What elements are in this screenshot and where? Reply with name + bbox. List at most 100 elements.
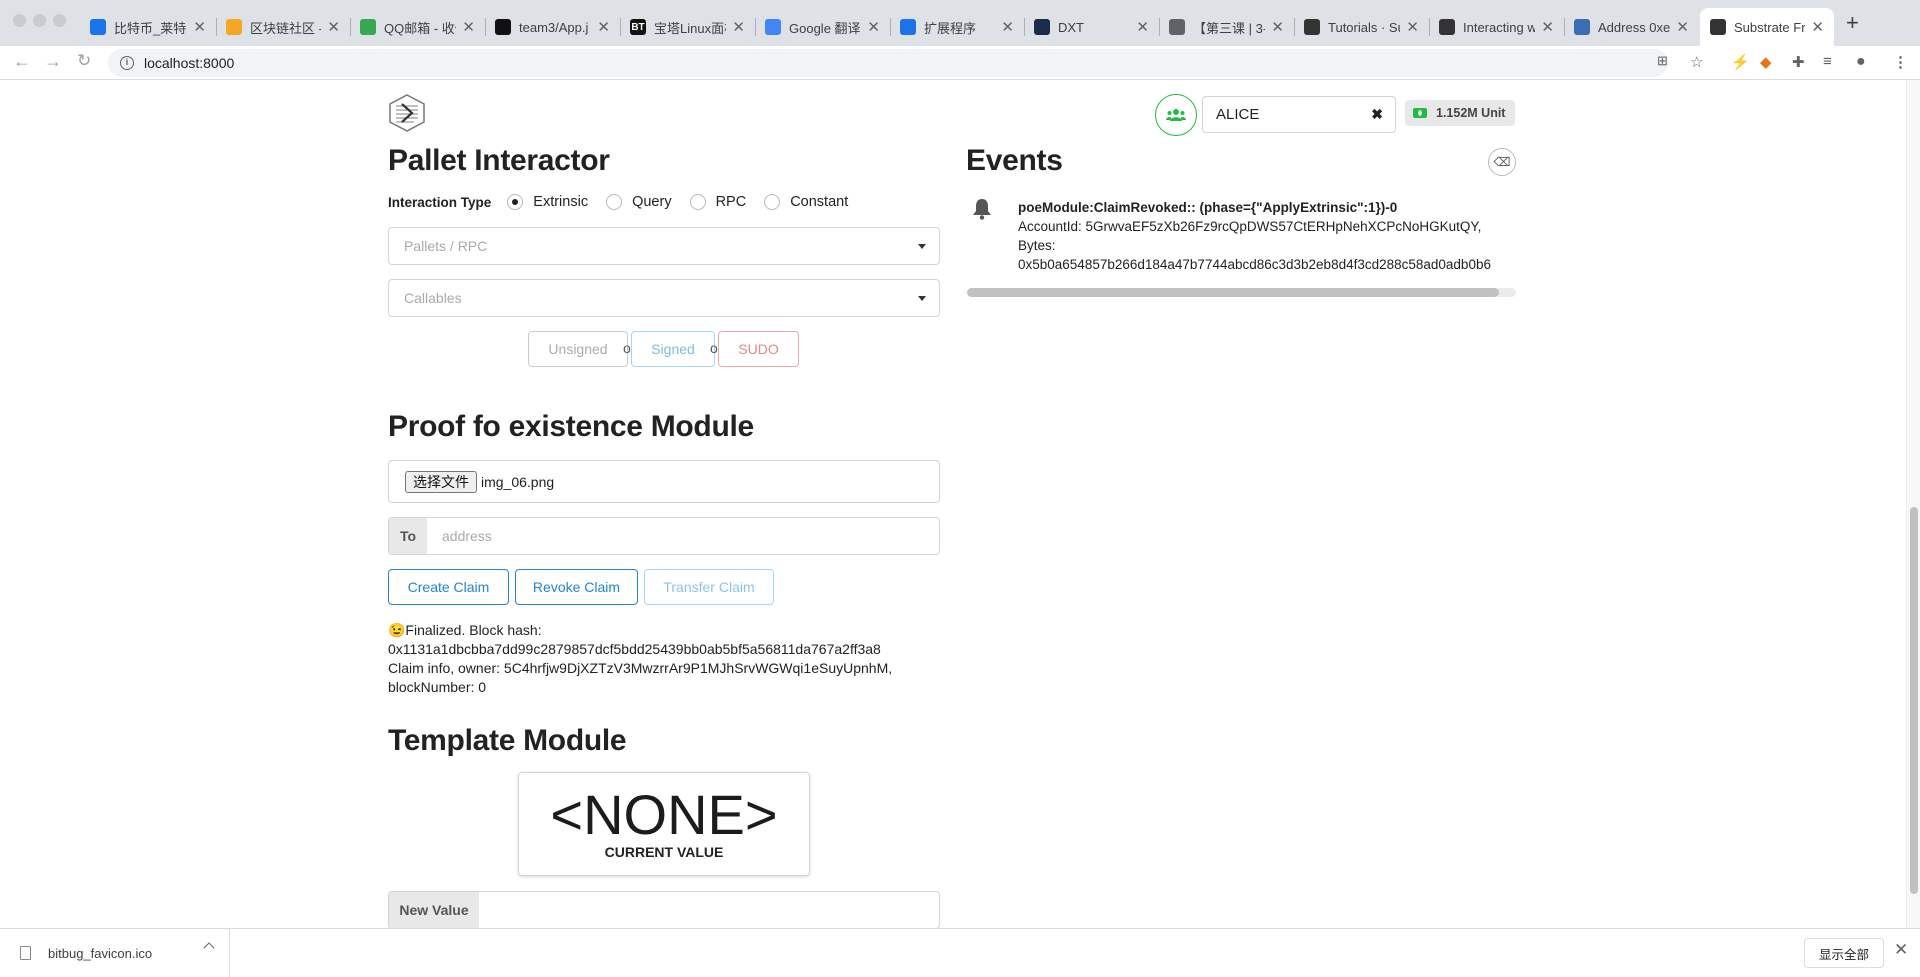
revoke-claim-button[interactable]: Revoke Claim <box>515 569 638 605</box>
events-horizontal-scrollbar[interactable] <box>967 288 1516 297</box>
create-claim-button[interactable]: Create Claim <box>388 569 509 605</box>
tab-favicon-icon <box>1574 19 1590 35</box>
tab-close-icon[interactable]: ✕ <box>867 18 880 36</box>
metamask-fox-icon[interactable]: ◆ <box>1760 53 1772 71</box>
sudo-button[interactable]: SUDO <box>718 331 799 367</box>
balance-value: 1.152M Unit <box>1436 106 1506 120</box>
browser-tab[interactable]: 区块链社区 - ✕ <box>216 8 350 46</box>
tab-favicon-icon <box>1034 19 1050 35</box>
browser-tab[interactable]: 扩展程序 ✕ <box>890 8 1024 46</box>
browser-tab-active[interactable]: Substrate Fro ✕ <box>1700 8 1834 46</box>
tab-close-icon[interactable]: ✕ <box>1001 18 1014 36</box>
menu-kebab-icon[interactable]: ⋮ <box>1893 53 1908 71</box>
profile-avatar-icon[interactable]: ● <box>1856 53 1866 71</box>
browser-tab[interactable]: QQ邮箱 - 收件 ✕ <box>350 8 485 46</box>
unsigned-button[interactable]: Unsigned <box>528 331 628 367</box>
clear-account-icon[interactable]: ✖ <box>1371 106 1383 123</box>
tab-favicon-icon <box>90 19 106 35</box>
new-tab-plus-icon[interactable]: + <box>1846 10 1859 36</box>
radio-label: Query <box>632 194 672 210</box>
radio-unchecked-icon <box>689 194 706 210</box>
window-close-button[interactable] <box>13 14 26 27</box>
reload-icon[interactable]: ↻ <box>77 51 91 71</box>
tab-close-icon[interactable]: ✕ <box>327 18 340 36</box>
tab-close-icon[interactable]: ✕ <box>1676 18 1689 36</box>
radio-rpc[interactable]: RPC <box>689 194 746 210</box>
tab-close-icon[interactable]: ✕ <box>1271 18 1284 36</box>
window-zoom-button[interactable] <box>53 14 66 27</box>
address-input[interactable]: address <box>427 518 939 554</box>
tab-close-icon[interactable]: ✕ <box>462 18 475 36</box>
tab-close-icon[interactable]: ✕ <box>597 18 610 36</box>
chevron-up-icon[interactable] <box>203 942 215 954</box>
tab-title: Interacting w <box>1463 19 1536 35</box>
clear-events-button[interactable]: ⌫ <box>1488 148 1516 176</box>
scrollbar-thumb[interactable] <box>967 288 1499 297</box>
browser-tab[interactable]: 比特币_莱特币 ✕ <box>80 8 216 46</box>
browser-tab[interactable]: DXT ✕ <box>1024 8 1159 46</box>
tab-close-icon[interactable]: ✕ <box>1406 18 1419 36</box>
account-select[interactable]: ALICE ✖ <box>1202 96 1396 133</box>
transfer-claim-button[interactable]: Transfer Claim <box>644 569 774 605</box>
site-info-icon[interactable]: i <box>120 56 134 70</box>
signed-button[interactable]: Signed <box>631 331 715 367</box>
show-all-downloads-button[interactable]: 显示全部 <box>1804 938 1885 968</box>
pallet-interactor-title: Pallet Interactor <box>388 144 610 177</box>
tab-close-icon[interactable]: ✕ <box>1811 18 1824 36</box>
tab-favicon-icon <box>360 19 376 35</box>
browser-tab[interactable]: Google 翻译 ✕ <box>755 8 890 46</box>
extension-bolt-icon[interactable]: ⚡ <box>1731 53 1750 71</box>
radio-label: Extrinsic <box>533 194 589 210</box>
window-minimize-button[interactable] <box>33 14 46 27</box>
back-arrow-icon[interactable]: ← <box>13 51 31 72</box>
pallets-dropdown[interactable]: Pallets / RPC <box>388 227 940 265</box>
radio-extrinsic[interactable]: Extrinsic <box>507 194 588 210</box>
tab-favicon-icon <box>1439 19 1455 35</box>
bookmark-star-icon[interactable]: ☆ <box>1690 53 1703 71</box>
tab-title: 扩展程序 <box>924 20 977 36</box>
file-name: img_06.png <box>481 473 555 490</box>
download-file-name: bitbug_favicon.ico <box>48 945 153 961</box>
choose-file-button[interactable]: 选择文件 <box>405 470 477 493</box>
tab-favicon-icon <box>765 19 781 35</box>
browser-tab[interactable]: 【第三课 | 3- ✕ <box>1159 8 1294 46</box>
poe-module-title: Proof fo existence Module <box>388 410 754 443</box>
callables-dropdown[interactable]: Callables <box>388 279 940 317</box>
browser-tab[interactable]: Tutorials · Su ✕ <box>1294 8 1429 46</box>
download-item[interactable]: bitbug_favicon.ico <box>0 929 230 977</box>
current-value-caption: CURRENT VALUE <box>604 844 724 860</box>
new-value-input[interactable] <box>479 892 939 928</box>
radio-label: Constant <box>790 194 849 210</box>
account-name: ALICE <box>1216 106 1260 123</box>
balance-label: 1.152M Unit <box>1405 100 1516 126</box>
tab-close-icon[interactable]: ✕ <box>1136 18 1149 36</box>
users-icon <box>1166 109 1186 121</box>
extensions-puzzle-icon[interactable]: ✚ <box>1792 53 1805 71</box>
file-upload-field[interactable]: 选择文件 img_06.png <box>388 460 940 503</box>
forward-arrow-icon[interactable]: → <box>44 51 62 72</box>
tab-favicon-icon: BT <box>630 19 646 35</box>
browser-tab[interactable]: Interacting w ✕ <box>1429 8 1564 46</box>
tab-close-icon[interactable]: ✕ <box>1541 18 1554 36</box>
radio-query[interactable]: Query <box>606 194 672 210</box>
page-vertical-scrollbar[interactable] <box>1906 80 1920 928</box>
account-users-button[interactable] <box>1155 94 1197 136</box>
dropdown-caret-icon <box>918 244 926 249</box>
reading-list-icon[interactable]: ≡ <box>1823 53 1832 70</box>
tab-close-icon[interactable]: ✕ <box>732 18 745 36</box>
new-value-field[interactable]: New Value <box>388 891 940 928</box>
translate-icon[interactable]: ⊞ <box>1657 53 1668 69</box>
browser-tab[interactable]: BT 宝塔Linux面板 ✕ <box>620 8 755 46</box>
tab-close-icon[interactable]: ✕ <box>193 18 206 36</box>
close-download-bar-icon[interactable]: ✕ <box>1894 940 1908 960</box>
browser-tab[interactable]: Address 0xe ✕ <box>1564 8 1699 46</box>
bell-icon <box>973 199 991 220</box>
browser-tab[interactable]: team3/App.j ✕ <box>485 8 620 46</box>
event-bytes-value: 0x5b0a654857b266d184a47b7744abcd86c3d3b2… <box>1018 257 1491 272</box>
radio-constant[interactable]: Constant <box>764 194 848 210</box>
tab-title: Substrate Fro <box>1734 19 1806 35</box>
scrollbar-thumb[interactable] <box>1910 507 1918 894</box>
address-bar[interactable]: i localhost:8000 <box>108 49 1668 77</box>
event-item: poeModule:ClaimRevoked:: (phase={"ApplyE… <box>970 198 1518 274</box>
to-address-field[interactable]: To address <box>388 517 940 555</box>
